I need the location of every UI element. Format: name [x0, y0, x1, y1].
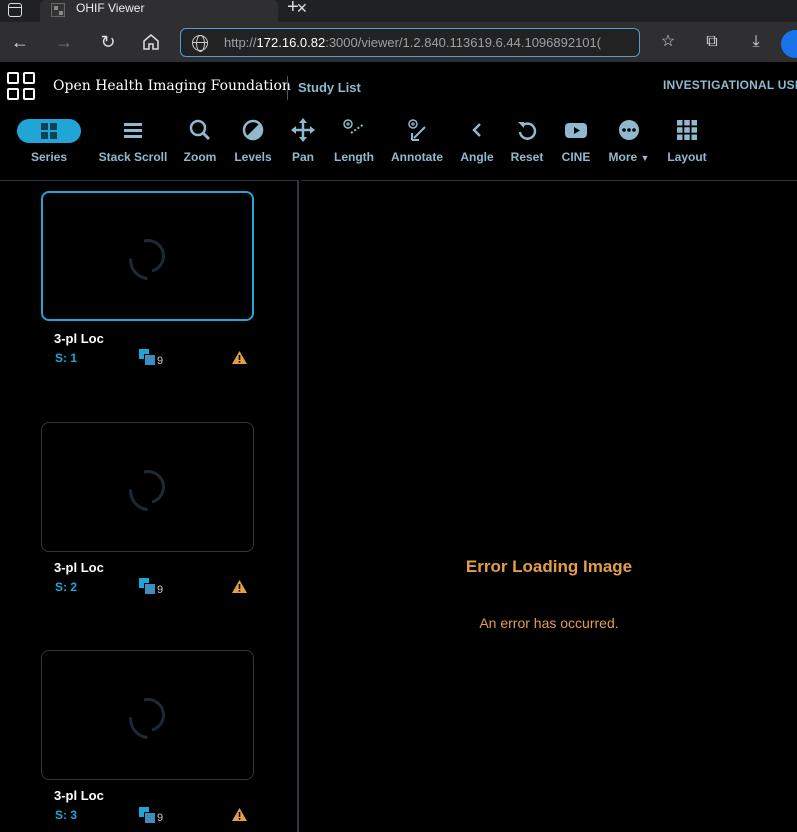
reset-icon [518, 122, 537, 140]
series-thumbnail[interactable] [41, 422, 254, 552]
thumbnail-image-count: 9 [157, 584, 164, 596]
ellipse-icon [619, 120, 639, 140]
browser-address-bar: ← → ↻ http://172.16.0.82:3000/viewer/1.2… [0, 22, 797, 62]
annotate-label: Annotate [391, 150, 443, 164]
loading-spinner-icon [124, 691, 171, 739]
brand-title[interactable]: Open Health Imaging Foundation [53, 78, 291, 94]
image-stack-icon [139, 807, 156, 824]
zoom-button[interactable]: Zoom [178, 110, 222, 180]
globe-icon [192, 35, 208, 52]
series-thumbnail[interactable] [41, 650, 254, 780]
angle-icon [472, 123, 481, 137]
warning-icon [232, 808, 247, 821]
thumbnail-description: 3-pl Loc [54, 560, 104, 575]
url-text: http://172.16.0.82:3000/viewer/1.2.840.1… [224, 29, 601, 56]
url-input[interactable]: http://172.16.0.82:3000/viewer/1.2.840.1… [180, 28, 640, 57]
warning-icon [232, 580, 247, 593]
pan-label: Pan [291, 150, 314, 164]
layout-label: Layout [667, 150, 707, 164]
warning-icon [232, 351, 247, 364]
thumbnail-image-count: 9 [157, 812, 164, 824]
forward-arrow-icon[interactable]: → [52, 30, 76, 54]
url-host: 172.16.0.82 [256, 35, 326, 50]
favorites-star-icon[interactable]: ☆ [656, 30, 680, 54]
layout-icon [677, 120, 697, 140]
image-stack-icon [139, 578, 156, 595]
browser-tab[interactable]: OHIF Viewer ✕ [40, 0, 308, 22]
thumbnail-series-number: S: 1 [55, 351, 78, 365]
thumbnail-image-count: 9 [157, 355, 164, 367]
thumbnail-description: 3-pl Loc [54, 331, 104, 346]
stack-scroll-button[interactable]: Stack Scroll [98, 110, 168, 180]
series-thumbnail[interactable] [41, 191, 254, 321]
zoom-label: Zoom [183, 150, 217, 164]
header-divider [287, 76, 288, 100]
series-button[interactable]: Series [14, 110, 84, 180]
angle-label: Angle [460, 150, 494, 164]
stack-scroll-label: Stack Scroll [98, 150, 168, 164]
app-header: Open Health Imaging Foundation Study Lis… [0, 62, 797, 110]
reset-label: Reset [510, 150, 544, 164]
length-button[interactable]: Length [330, 110, 378, 180]
ohif-logo-icon[interactable] [7, 72, 37, 102]
error-message: An error has occurred. [479, 615, 619, 631]
caret-down-icon: ▼ [640, 153, 650, 163]
new-tab-icon[interactable]: + [287, 0, 299, 17]
loading-spinner-icon [124, 463, 171, 511]
loading-spinner-icon [124, 232, 171, 280]
more-label-text: More [608, 150, 638, 164]
url-rest: :3000/viewer/1.2.840.113619.6.44.1096892… [325, 35, 602, 50]
thumbnail-description: 3-pl Loc [54, 788, 104, 803]
image-viewport[interactable]: Error Loading Image An error has occurre… [301, 180, 797, 832]
ruler-icon [343, 119, 365, 134]
annotate-button[interactable]: Annotate [388, 110, 446, 180]
grid-icon [17, 119, 81, 143]
angle-button[interactable]: Angle [455, 110, 499, 180]
downloads-icon[interactable]: ⤓ [744, 30, 768, 54]
url-prefix: http:// [224, 35, 257, 50]
series-label: Series [30, 150, 68, 164]
study-list-link[interactable]: Study List [298, 80, 361, 95]
levels-label: Levels [234, 150, 272, 164]
length-label: Length [334, 150, 374, 164]
more-button[interactable]: More ▼ [604, 110, 654, 180]
investigational-use-notice: INVESTIGATIONAL USE [663, 78, 797, 92]
levels-button[interactable]: Levels [231, 110, 275, 180]
home-icon[interactable] [139, 30, 163, 54]
tab-title: OHIF Viewer [76, 1, 145, 15]
thumbnail-series-number: S: 3 [55, 808, 78, 822]
search-icon [189, 119, 211, 141]
series-panel: 3-pl Loc S: 1 9 3-pl Loc S: 2 9 3-pl Loc… [0, 180, 299, 832]
reset-button[interactable]: Reset [505, 110, 549, 180]
levels-icon [242, 119, 264, 141]
cine-button[interactable]: CINE [554, 110, 598, 180]
back-arrow-icon[interactable]: ← [8, 30, 32, 54]
annotate-icon [408, 119, 426, 141]
collections-icon[interactable]: ⧉ [700, 30, 724, 54]
thumbnail-series-number: S: 2 [55, 580, 78, 594]
image-stack-icon [139, 349, 156, 366]
favicon-icon [51, 3, 65, 17]
error-title: Error Loading Image [465, 557, 633, 576]
arrows-icon [291, 118, 315, 142]
layout-button[interactable]: Layout [664, 110, 710, 180]
cine-label: CINE [561, 150, 591, 164]
toolbar: Series Stack Scroll Zoom Levels Pan Leng… [0, 110, 797, 180]
profile-avatar[interactable] [781, 30, 797, 58]
more-label: More ▼ [604, 150, 654, 164]
tab-actions-icon[interactable] [8, 3, 22, 17]
bars-icon [124, 123, 142, 138]
browser-tab-bar: OHIF Viewer ✕ + [0, 0, 797, 22]
youtube-icon [565, 123, 587, 138]
pan-button[interactable]: Pan [281, 110, 325, 180]
refresh-icon[interactable]: ↻ [96, 30, 120, 54]
